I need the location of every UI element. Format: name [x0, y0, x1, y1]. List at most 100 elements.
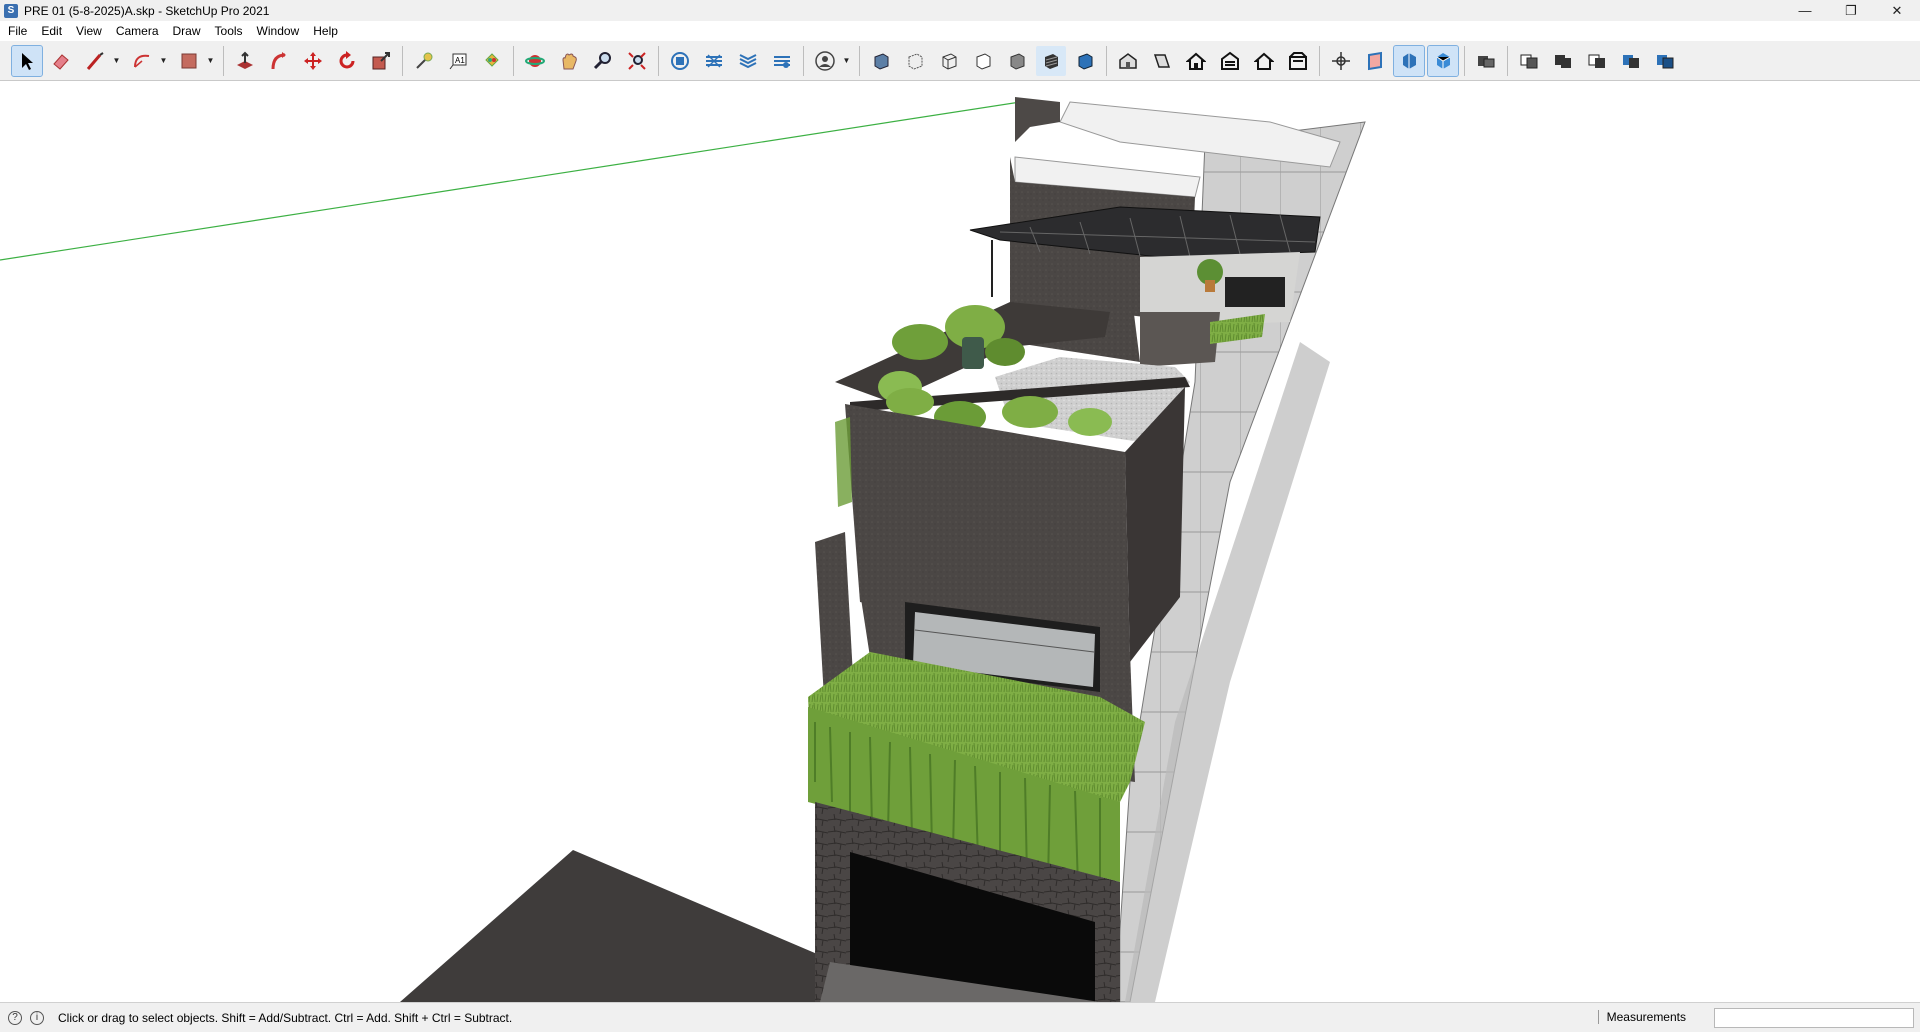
follow-me-icon: [271, 51, 286, 69]
top-view-button[interactable]: [1147, 46, 1177, 76]
restore-icon[interactable]: ❐: [1828, 0, 1874, 21]
left-view-icon: [1289, 51, 1307, 70]
menu-tools[interactable]: Tools: [208, 21, 250, 41]
shaded-textures-style-button[interactable]: [1036, 45, 1066, 76]
union-icon: [1555, 54, 1571, 68]
model-viewport[interactable]: [0, 82, 1920, 1002]
arc-icon: [134, 54, 150, 68]
pan-icon: [562, 52, 577, 69]
follow-me-tool-button[interactable]: [264, 46, 294, 76]
xray-icon: [874, 52, 889, 70]
display-section-planes-button[interactable]: [1360, 46, 1390, 76]
orbit-tool-button[interactable]: [520, 46, 550, 76]
account-dropdown-icon[interactable]: ▼: [842, 46, 851, 76]
left-view-button[interactable]: [1283, 46, 1313, 76]
measurements-label: Measurements: [1597, 1010, 1686, 1024]
tape-measure-tool-button[interactable]: [409, 46, 439, 76]
line-icon: [86, 51, 104, 70]
menu-draw[interactable]: Draw: [166, 21, 208, 41]
paint-bucket-tool-button[interactable]: [477, 46, 507, 76]
layout-button[interactable]: [733, 46, 763, 76]
rectangle-icon: [181, 53, 197, 68]
text-tool-button[interactable]: A1: [443, 46, 473, 76]
window-controls: — ❐ ✕: [1782, 0, 1920, 21]
line-tool-button[interactable]: [80, 46, 110, 76]
scale-tool-button[interactable]: [366, 46, 396, 76]
back-edges-style-button[interactable]: [900, 46, 930, 76]
toolbar-separator: [402, 45, 403, 76]
toolbar-separator: [1106, 45, 1107, 76]
push-pull-icon: [237, 51, 253, 69]
trim-icon: [1623, 54, 1639, 68]
display-section-fill-button[interactable]: [1427, 44, 1459, 77]
toolbar-separator: [223, 45, 224, 76]
roof-slab-upper: [1059, 101, 1341, 168]
orbit-icon: [525, 54, 545, 67]
eraser-tool-button[interactable]: [46, 46, 76, 76]
monochrome-style-button[interactable]: [1070, 46, 1100, 76]
display-section-fill-icon: [1436, 52, 1451, 69]
rotate-tool-button[interactable]: [332, 46, 362, 76]
union-button[interactable]: [1548, 46, 1578, 76]
split-button[interactable]: [1650, 46, 1680, 76]
line-dropdown-icon[interactable]: ▼: [112, 46, 121, 76]
push-pull-tool-button[interactable]: [230, 46, 260, 76]
menu-help[interactable]: Help: [306, 21, 345, 41]
right-view-icon: [1221, 51, 1239, 70]
menu-view[interactable]: View: [69, 21, 109, 41]
zoom-tool-button[interactable]: [588, 46, 618, 76]
iso-view-button[interactable]: [1113, 46, 1143, 76]
toolbar-separator: [859, 45, 860, 76]
right-view-button[interactable]: [1215, 46, 1245, 76]
minimize-icon[interactable]: —: [1782, 0, 1828, 21]
shaded-style-button[interactable]: [1002, 46, 1032, 76]
xray-style-button[interactable]: [866, 46, 896, 76]
trim-button[interactable]: [1616, 46, 1646, 76]
extension-manager-button[interactable]: [767, 46, 797, 76]
toolbar-separator: [803, 45, 804, 76]
shaded-textures-icon: [1045, 53, 1058, 69]
rectangle-tool-button[interactable]: [174, 46, 204, 76]
intersect-button[interactable]: [1514, 46, 1544, 76]
split-icon: [1657, 54, 1674, 68]
status-message: Click or drag to select objects. Shift =…: [58, 1010, 513, 1025]
menu-window[interactable]: Window: [250, 21, 307, 41]
green-axis-line: [0, 101, 1021, 261]
tape-measure-icon: [416, 52, 433, 69]
front-view-button[interactable]: [1181, 46, 1211, 76]
iso-view-icon: [1119, 52, 1137, 69]
arc-tool-button[interactable]: [127, 46, 157, 76]
back-view-button[interactable]: [1249, 46, 1279, 76]
zoom-extents-tool-button[interactable]: [622, 46, 652, 76]
3d-warehouse-button[interactable]: [665, 46, 695, 76]
wireframe-style-button[interactable]: [934, 46, 964, 76]
info-icon[interactable]: i: [30, 1010, 44, 1025]
rectangle-dropdown-icon[interactable]: ▼: [206, 46, 215, 76]
outer-shell-button[interactable]: [1471, 46, 1501, 76]
measurements-input[interactable]: [1714, 1008, 1914, 1028]
menu-file[interactable]: File: [0, 21, 34, 41]
move-tool-button[interactable]: [298, 46, 328, 76]
subtract-button[interactable]: [1582, 46, 1612, 76]
select-tool-button[interactable]: [11, 44, 43, 77]
arc-dropdown-icon[interactable]: ▼: [159, 46, 168, 76]
close-icon[interactable]: ✕: [1874, 0, 1920, 21]
pan-tool-button[interactable]: [554, 46, 584, 76]
back-view-icon: [1254, 52, 1274, 70]
planter-pot: [962, 337, 984, 369]
account-button[interactable]: [810, 46, 840, 76]
account-icon: [815, 50, 835, 71]
text-icon: A1: [449, 53, 467, 69]
model-canvas[interactable]: [0, 82, 1920, 1002]
extension-warehouse-button[interactable]: [699, 46, 729, 76]
status-bar: ? i Click or drag to select objects. Shi…: [0, 1002, 1920, 1032]
display-section-cuts-button[interactable]: [1393, 44, 1425, 77]
menu-camera[interactable]: Camera: [109, 21, 166, 41]
terrace-deck: [1140, 312, 1220, 367]
hidden-line-style-button[interactable]: [968, 46, 998, 76]
section-plane-button[interactable]: [1326, 46, 1356, 76]
left-column-plants: [835, 417, 852, 507]
menu-edit[interactable]: Edit: [34, 21, 69, 41]
top-view-icon: [1153, 53, 1171, 68]
geo-location-icon[interactable]: ?: [8, 1010, 22, 1025]
